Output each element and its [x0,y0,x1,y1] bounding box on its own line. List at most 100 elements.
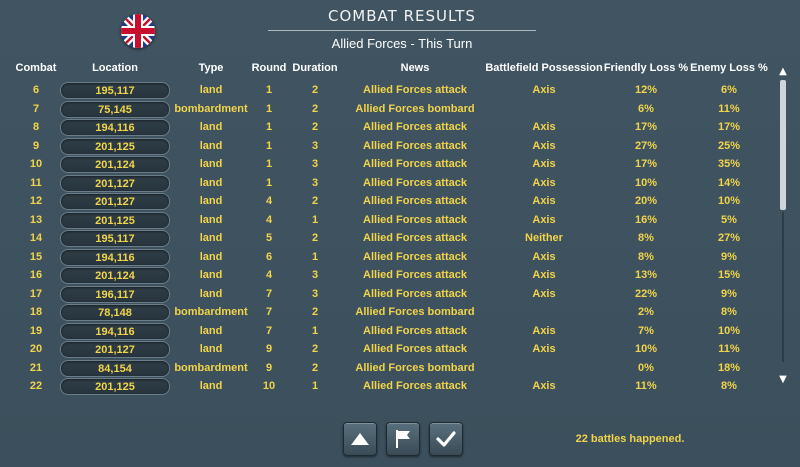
table-row[interactable]: 19 194,116 land 7 1 Allied Forces attack… [0,322,770,340]
cell-possession: Axis [532,213,556,226]
cell-location: 194,116 [95,251,135,264]
cell-type: land [199,324,223,337]
location-button[interactable]: 201,124 [60,267,170,284]
cell-duration: 2 [311,361,319,374]
cell-duration: 3 [311,287,319,300]
table-row[interactable]: 15 194,116 land 6 1 Allied Forces attack… [0,248,770,266]
cell-enemy-loss: 5% [721,213,737,226]
location-button[interactable]: 195,117 [60,230,170,247]
location-button[interactable]: 201,125 [60,137,170,155]
location-button[interactable]: 194,116 [60,322,170,340]
cell-friendly-loss: 20% [634,195,658,207]
cell-type: bombardment [174,361,248,374]
scroll-up-button[interactable] [343,422,377,456]
cell-friendly-loss: 8% [638,232,654,244]
vertical-scrollbar[interactable]: ▲ ▼ [777,66,789,386]
table-row[interactable]: 20 201,127 land 9 2 Allied Forces attack… [0,340,770,358]
table-row[interactable]: 21 84,154 bombardment 9 2 Allied Forces … [0,359,770,377]
location-button[interactable]: 201,125 [60,211,170,229]
cell-duration: 2 [311,306,319,318]
column-header-combat: Combat [15,62,57,74]
table-row[interactable]: 22 201,125 land 10 1 Allied Forces attac… [0,377,770,395]
table-row[interactable]: 8 194,116 land 1 2 Allied Forces attack … [0,118,770,136]
location-button[interactable]: 194,116 [60,248,170,266]
table-row[interactable]: 17 196,117 land 7 3 Allied Forces attack… [0,285,770,303]
cell-round: 4 [265,269,273,281]
cell-friendly-loss: 16% [634,213,658,226]
cell-duration: 2 [311,102,319,115]
cell-combat: 21 [29,361,43,374]
cell-possession: Axis [532,158,556,170]
cell-location: 194,116 [95,325,135,338]
cell-round: 7 [265,287,273,300]
table-row[interactable]: 12 201,127 land 4 2 Allied Forces attack… [0,192,770,210]
flag-button[interactable] [386,422,420,456]
cell-enemy-loss: 9% [721,287,737,300]
cell-news: Allied Forces attack [363,158,467,170]
cell-news: Allied Forces bombard [355,102,475,115]
table-row[interactable]: 11 201,127 land 1 3 Allied Forces attack… [0,174,770,192]
cell-location: 201,127 [95,177,135,190]
cell-location: 194,116 [95,122,135,134]
cell-possession [482,359,606,377]
cell-enemy-loss: 6% [721,84,737,96]
location-button[interactable]: 75,145 [60,100,170,118]
location-button[interactable]: 195,117 [60,82,170,99]
cell-type: land [199,232,223,244]
cell-possession: Axis [532,121,556,133]
table-row[interactable]: 13 201,125 land 4 1 Allied Forces attack… [0,211,770,229]
cell-type: land [199,380,223,392]
cell-enemy-loss: 18% [717,361,741,374]
page-title: COMBAT RESULTS [328,7,476,25]
cell-news: Allied Forces attack [363,232,467,244]
location-button[interactable]: 201,127 [60,193,170,210]
cell-enemy-loss: 15% [717,269,741,281]
cell-location: 78,148 [98,307,132,319]
location-button[interactable]: 201,124 [60,156,170,173]
location-button[interactable]: 78,148 [60,304,170,321]
cell-news: Allied Forces attack [363,84,467,96]
column-header-enemy-loss: Enemy Loss % [690,62,768,74]
location-button[interactable]: 201,127 [60,341,170,358]
cell-combat: 9 [32,139,40,152]
confirm-button[interactable] [429,422,463,456]
location-button[interactable]: 201,125 [60,378,170,395]
table-row[interactable]: 7 75,145 bombardment 1 2 Allied Forces b… [0,100,770,118]
table-row[interactable]: 9 201,125 land 1 3 Allied Forces attack … [0,137,770,155]
cell-combat: 11 [30,176,42,189]
cell-possession: Axis [532,195,556,207]
scroll-up-icon[interactable]: ▲ [777,66,789,78]
cell-friendly-loss: 10% [634,176,658,189]
table-row[interactable]: 14 195,117 land 5 2 Allied Forces attack… [0,229,770,247]
scroll-down-icon[interactable]: ▼ [777,374,789,386]
location-button[interactable]: 84,154 [60,359,170,377]
cell-round: 1 [265,139,273,152]
cell-possession: Axis [532,287,556,300]
scroll-thumb[interactable] [780,80,786,210]
location-button[interactable]: 196,117 [60,285,170,303]
table-row[interactable]: 16 201,124 land 4 3 Allied Forces attack… [0,266,770,284]
cell-round: 1 [265,176,273,189]
cell-location: 201,124 [95,159,135,171]
cell-type: land [199,287,223,300]
cell-enemy-loss: 14% [717,176,741,189]
cell-location: 196,117 [95,288,135,301]
cell-duration: 1 [311,250,319,263]
scroll-rail[interactable] [782,212,784,362]
checkmark-icon [436,431,456,447]
cell-enemy-loss: 11% [718,343,740,355]
cell-friendly-loss: 8% [638,250,654,263]
column-header-news: News [400,62,430,74]
cell-possession: Axis [532,250,556,263]
location-button[interactable]: 201,127 [60,174,170,192]
cell-round: 9 [265,361,273,374]
table-row[interactable]: 6 195,117 land 1 2 Allied Forces attack … [0,81,770,99]
table-row[interactable]: 10 201,124 land 1 3 Allied Forces attack… [0,155,770,173]
cell-round: 9 [265,343,273,355]
cell-duration: 1 [311,380,319,392]
cell-duration: 2 [311,195,319,207]
table-row[interactable]: 18 78,148 bombardment 7 2 Allied Forces … [0,303,770,321]
location-button[interactable]: 194,116 [60,119,170,136]
cell-location: 201,127 [95,196,135,208]
cell-friendly-loss: 13% [634,269,658,281]
